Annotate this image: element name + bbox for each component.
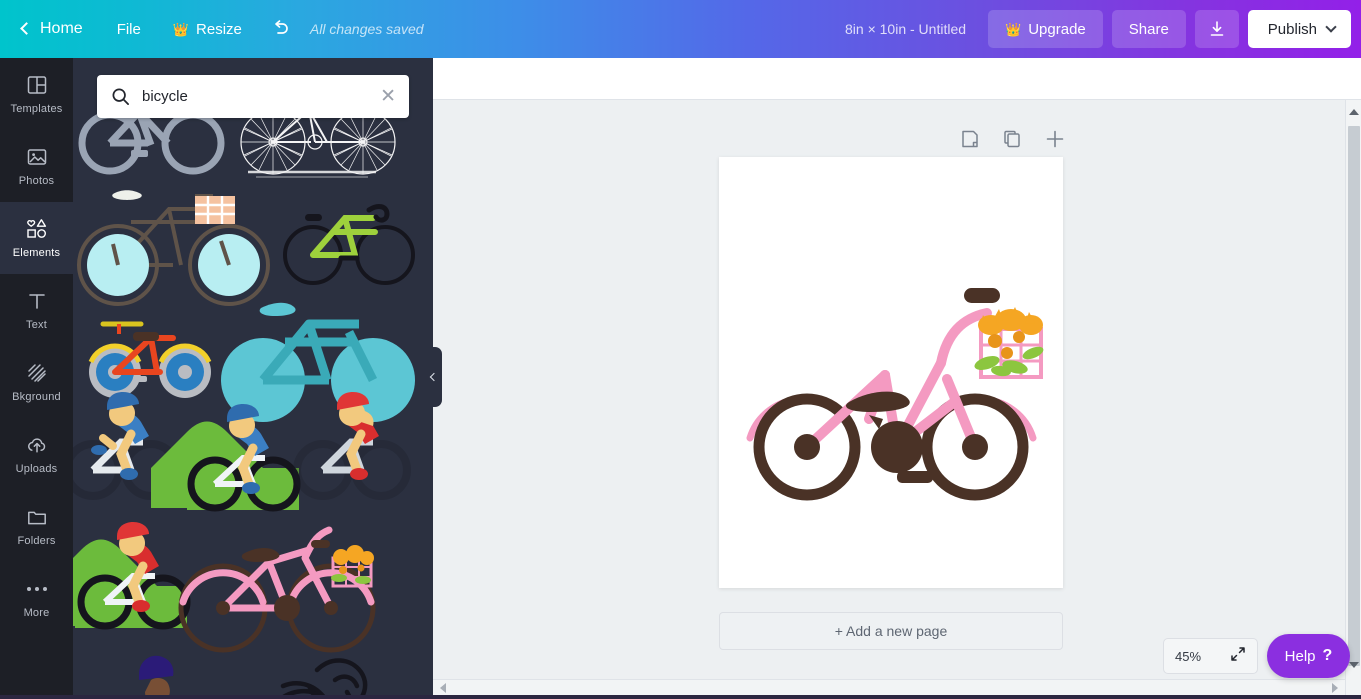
file-menu-button[interactable]: File	[101, 0, 157, 58]
upgrade-button[interactable]: 👑 Upgrade	[988, 10, 1103, 48]
result-blue-cyclist-green-bg[interactable]	[151, 404, 301, 512]
sidebar-item-more[interactable]: More	[0, 562, 73, 634]
sidebar-item-label: Bkground	[12, 391, 61, 403]
result-grey-outline-bicycle[interactable]	[78, 110, 225, 175]
sidebar-item-photos[interactable]: Photos	[0, 130, 73, 202]
result-teal-flat-bicycle[interactable]	[221, 302, 415, 422]
resize-button[interactable]: 👑 Resize	[157, 0, 258, 58]
zoom-level-label: 45%	[1175, 648, 1202, 664]
plus-icon[interactable]	[1044, 128, 1066, 150]
sidebar-item-label: Photos	[18, 175, 55, 187]
crown-icon: 👑	[1005, 21, 1022, 37]
sidebar-item-templates[interactable]: Templates	[0, 58, 73, 130]
triangle-down-icon	[1349, 662, 1359, 668]
top-toolbar-right: 8in × 10in - Untitled 👑 Upgrade Share Pu…	[845, 0, 1361, 58]
top-toolbar-left: Home File 👑 Resize All changes saved	[0, 0, 424, 58]
back-chevron-icon	[20, 22, 33, 35]
search-input[interactable]	[142, 88, 381, 105]
help-button[interactable]: Help ?	[1267, 634, 1350, 678]
image-icon	[26, 145, 48, 169]
search-box[interactable]: ✕	[97, 75, 409, 118]
scroll-up-button[interactable]	[1346, 104, 1361, 120]
publish-button[interactable]: Publish	[1247, 10, 1351, 48]
canvas-top-strip	[433, 58, 1361, 100]
elements-panel: ✕	[73, 58, 433, 699]
sidebar-item-label: Folders	[17, 535, 56, 547]
text-t-icon	[26, 289, 48, 313]
file-label: File	[116, 20, 141, 38]
help-label: Help	[1284, 647, 1316, 665]
sidebar-item-label: More	[23, 607, 50, 619]
result-pink-bicycle-with-flower-basket[interactable]	[178, 526, 376, 653]
clear-search-icon[interactable]: ✕	[380, 87, 396, 106]
share-label: Share	[1128, 20, 1169, 38]
chevron-down-icon[interactable]	[1325, 21, 1337, 33]
triangle-right-icon	[1332, 683, 1338, 693]
search-results-thumbnails	[73, 110, 415, 699]
cloud-upload-icon	[25, 433, 49, 457]
download-button[interactable]	[1194, 10, 1239, 48]
top-toolbar: Home File 👑 Resize All changes saved 8in…	[0, 0, 1361, 58]
home-button[interactable]: Home	[0, 0, 101, 58]
layout-grid-icon	[26, 73, 48, 97]
sidebar-item-elements[interactable]: Elements	[0, 193, 73, 283]
resize-label: Resize	[196, 20, 242, 38]
left-rail: Templates Photos Elements Text Bkground …	[0, 58, 73, 699]
triangle-up-icon	[1349, 109, 1359, 115]
question-mark-icon: ?	[1322, 647, 1333, 664]
result-black-outline-cyclist-partial[interactable]	[253, 658, 375, 699]
sidebar-item-folders[interactable]: Folders	[0, 490, 73, 562]
folder-icon	[26, 505, 48, 529]
result-white-sketch-bicycle[interactable]	[240, 110, 396, 178]
pink-bicycle-artwork	[746, 288, 1044, 501]
add-new-page-label: + Add a new page	[834, 623, 948, 639]
sidebar-item-label: Text	[26, 319, 47, 331]
add-new-page-button[interactable]: + Add a new page	[719, 612, 1063, 650]
ellipsis-icon	[26, 577, 47, 601]
search-container: ✕	[97, 75, 409, 118]
sidebar-item-text[interactable]: Text	[0, 274, 73, 346]
upgrade-label: Upgrade	[1028, 20, 1086, 38]
hatch-pattern-icon	[26, 361, 48, 385]
save-status: All changes saved	[309, 21, 424, 37]
sidebar-item-bkground[interactable]: Bkground	[0, 346, 73, 418]
triangle-left-icon	[440, 683, 446, 693]
window-bottom-strip	[0, 695, 1361, 699]
sidebar-item-label: Templates	[10, 103, 63, 115]
horizontal-scrollbar[interactable]	[433, 679, 1345, 695]
result-green-road-bicycle[interactable]	[283, 204, 415, 285]
page-note-icon[interactable]	[960, 129, 980, 149]
scroll-left-button[interactable]	[435, 680, 451, 696]
download-icon	[1210, 21, 1224, 36]
result-red-bmx-bicycle[interactable]	[88, 321, 212, 398]
search-results-grid	[73, 110, 433, 699]
page-tools-bar	[960, 128, 1066, 150]
sidebar-item-label: Uploads	[15, 463, 58, 475]
design-page-canvas[interactable]	[719, 157, 1063, 588]
chevron-left-icon	[429, 372, 439, 382]
shapes-icon	[24, 217, 50, 241]
zoom-control[interactable]: 45%	[1163, 638, 1258, 674]
search-icon	[112, 88, 129, 105]
document-title: 8in × 10in - Untitled	[845, 21, 967, 37]
share-button[interactable]: Share	[1111, 10, 1186, 48]
scroll-right-button[interactable]	[1327, 680, 1343, 696]
home-label: Home	[40, 20, 83, 37]
vertical-scroll-thumb[interactable]	[1348, 126, 1360, 666]
result-red-cyclist-green-bg[interactable]	[73, 522, 191, 630]
crown-icon: 👑	[172, 21, 190, 37]
undo-arrow-icon	[275, 20, 288, 34]
sidebar-item-label: Elements	[12, 247, 61, 259]
vertical-scrollbar[interactable]	[1345, 100, 1361, 699]
duplicate-icon[interactable]	[1002, 129, 1022, 149]
panel-collapse-handle[interactable]	[424, 347, 442, 407]
result-dark-skin-cyclist-partial[interactable]	[95, 655, 215, 699]
canva-editor-window: Home File 👑 Resize All changes saved 8in…	[0, 0, 1361, 699]
sidebar-item-uploads[interactable]: Uploads	[0, 418, 73, 490]
result-cyan-wheel-bicycle-with-basket[interactable]	[77, 190, 270, 306]
undo-button[interactable]	[258, 0, 302, 58]
expand-arrows-icon[interactable]	[1230, 646, 1246, 667]
publish-label: Publish	[1267, 20, 1317, 38]
